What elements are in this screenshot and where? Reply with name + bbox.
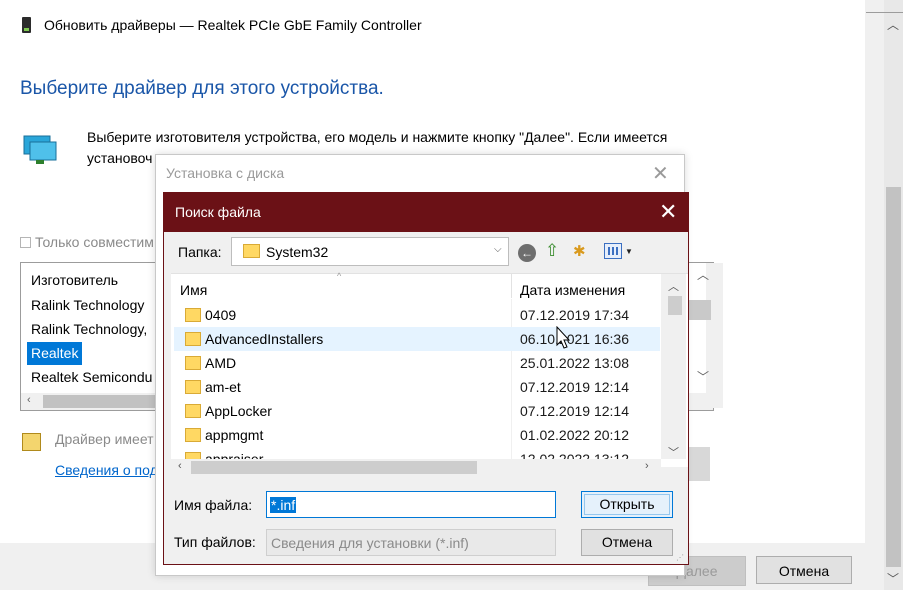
- file-date: 25.01.2022 13:08: [520, 355, 629, 371]
- scrollbar-thumb[interactable]: [191, 461, 477, 474]
- file-date: 07.12.2019 17:34: [520, 307, 629, 323]
- up-folder-icon[interactable]: ⇧: [545, 241, 559, 261]
- manufacturer-item[interactable]: Ralink Technology,: [27, 318, 151, 341]
- device-icon: [22, 17, 31, 33]
- wizard-description: Выберите изготовителя устройства, его мо…: [87, 129, 668, 145]
- chevron-down-icon[interactable]: ﹀: [697, 368, 709, 385]
- have-disk-button[interactable]: [688, 447, 710, 481]
- file-name: appraiser: [205, 451, 264, 459]
- filename-input[interactable]: *.inf ⌵: [266, 491, 650, 518]
- folder-icon: [185, 308, 201, 322]
- view-menu-icon[interactable]: [604, 243, 622, 259]
- mouse-cursor-icon: [556, 326, 571, 349]
- scroll-left-icon[interactable]: ‹: [178, 460, 182, 472]
- folder-icon: [185, 428, 201, 442]
- page-vscrollbar[interactable]: [865, 0, 903, 590]
- file-name: appmgmt: [205, 427, 264, 443]
- file-name: AppLocker: [205, 403, 272, 419]
- wizard-cancel-button[interactable]: Отмена: [756, 556, 852, 584]
- folder-icon: [185, 452, 201, 459]
- file-list-hscrollbar[interactable]: ‹ ›: [171, 459, 661, 475]
- signed-driver-icon: [22, 433, 41, 451]
- column-header-name[interactable]: Имя: [180, 282, 207, 298]
- file-date: 06.10.2021 16:36: [520, 331, 629, 347]
- file-name: 0409: [205, 307, 237, 323]
- close-icon[interactable]: ✕: [652, 161, 669, 186]
- network-adapter-icon: [23, 135, 57, 164]
- manufacturer-item[interactable]: Ralink Technology: [27, 294, 148, 317]
- filetype-value: Сведения для установки (*.inf): [271, 535, 469, 551]
- chevron-down-icon[interactable]: ﹀: [668, 444, 679, 460]
- file-search-dialog: Поиск файла ✕ Папка: System32 ⌵ ← ⇧ ✱ ▼ …: [163, 192, 689, 565]
- filetype-label: Тип файлов:: [174, 534, 256, 550]
- chevron-up-icon[interactable]: ︿: [668, 278, 679, 294]
- filetype-select: Сведения для установки (*.inf) ⌵: [266, 529, 650, 556]
- scroll-left-icon[interactable]: ‹: [27, 394, 31, 406]
- divider: [866, 12, 903, 13]
- folder-label: Папка:: [178, 244, 222, 260]
- chevron-down-icon[interactable]: ﹀: [887, 570, 899, 587]
- file-name: AdvancedInstallers: [205, 331, 324, 347]
- folder-icon: [185, 404, 201, 418]
- file-row[interactable]: AMD 25.01.2022 13:08: [174, 351, 660, 375]
- manufacturer-item[interactable]: Realtek Semicondu: [27, 366, 156, 389]
- new-folder-icon[interactable]: ✱: [573, 242, 586, 260]
- file-row[interactable]: am-et 07.12.2019 12:14: [174, 375, 660, 399]
- folder-dropdown-value: System32: [266, 244, 329, 260]
- file-date: 07.12.2019 12:14: [520, 403, 629, 419]
- file-row[interactable]: AppLocker 07.12.2019 12:14: [174, 399, 660, 423]
- checkbox-box[interactable]: [20, 236, 31, 248]
- model-list-vscrollbar[interactable]: [706, 263, 723, 408]
- file-row[interactable]: 0409 07.12.2019 17:34: [174, 303, 660, 327]
- file-name: AMD: [205, 355, 237, 371]
- open-button[interactable]: Открыть: [581, 491, 673, 518]
- cancel-button[interactable]: Отмена: [581, 529, 673, 556]
- column-header-date[interactable]: Дата изменения: [520, 282, 625, 298]
- wizard-heading: Выберите драйвер для этого устройства.: [20, 78, 384, 99]
- close-icon[interactable]: ✕: [659, 199, 677, 225]
- file-row-hovered[interactable]: AdvancedInstallers 06.10.2021 16:36: [174, 327, 660, 351]
- compatible-only-label: Только совместим: [35, 234, 154, 250]
- chevron-up-icon[interactable]: ︿: [697, 266, 709, 283]
- back-arrow-icon[interactable]: ←: [518, 244, 536, 262]
- file-row[interactable]: appraiser 12.02.2022 13:12: [174, 447, 660, 459]
- file-date: 01.02.2022 20:12: [520, 427, 629, 443]
- filename-value[interactable]: *.inf: [270, 497, 297, 513]
- file-list[interactable]: ^ Имя Дата изменения 0409 07.12.2019 17:…: [171, 271, 688, 475]
- scroll-right-icon[interactable]: ›: [645, 460, 649, 472]
- scrollbar-thumb[interactable]: [687, 300, 711, 320]
- filename-label: Имя файла:: [174, 497, 253, 513]
- driver-signed-text: Драйвер имеет: [55, 431, 154, 447]
- scrollbar-thumb[interactable]: [43, 395, 173, 408]
- scrollbar-thumb[interactable]: [886, 187, 901, 567]
- dialog-titlebar: Поиск файла ✕: [164, 193, 688, 232]
- folder-dropdown[interactable]: System32 ⌵: [231, 237, 509, 266]
- install-dialog-title: Установка с диска: [166, 165, 285, 181]
- dialog-title: Поиск файла: [175, 204, 261, 220]
- folder-icon: [185, 332, 201, 346]
- manufacturer-column-header[interactable]: Изготовитель: [31, 272, 118, 288]
- folder-icon: [185, 380, 201, 394]
- wizard-description-line2: установоч: [87, 150, 153, 166]
- file-row[interactable]: appmgmt 01.02.2022 20:12: [174, 423, 660, 447]
- signing-details-link[interactable]: Сведения о подп: [55, 462, 165, 478]
- scrollbar-thumb[interactable]: [668, 296, 682, 315]
- chevron-up-icon[interactable]: ︿: [887, 16, 899, 33]
- file-date: 12.02.2022 13:12: [520, 451, 629, 459]
- file-name: am-et: [205, 379, 241, 395]
- file-date: 07.12.2019 12:14: [520, 379, 629, 395]
- chevron-down-icon[interactable]: ⌵: [494, 244, 502, 255]
- compatible-only-checkbox[interactable]: Только совместим: [20, 234, 154, 250]
- column-separator[interactable]: [511, 274, 512, 298]
- manufacturer-item-selected[interactable]: Realtek: [27, 342, 83, 365]
- folder-icon: [243, 244, 260, 258]
- folder-icon: [185, 356, 201, 370]
- wizard-title: Обновить драйверы — Realtek PCIe GbE Fam…: [44, 17, 422, 33]
- dropdown-arrow-icon[interactable]: ▼: [625, 247, 633, 256]
- resize-grip-icon[interactable]: ⋰: [676, 553, 684, 562]
- sort-indicator-icon: ^: [337, 271, 342, 281]
